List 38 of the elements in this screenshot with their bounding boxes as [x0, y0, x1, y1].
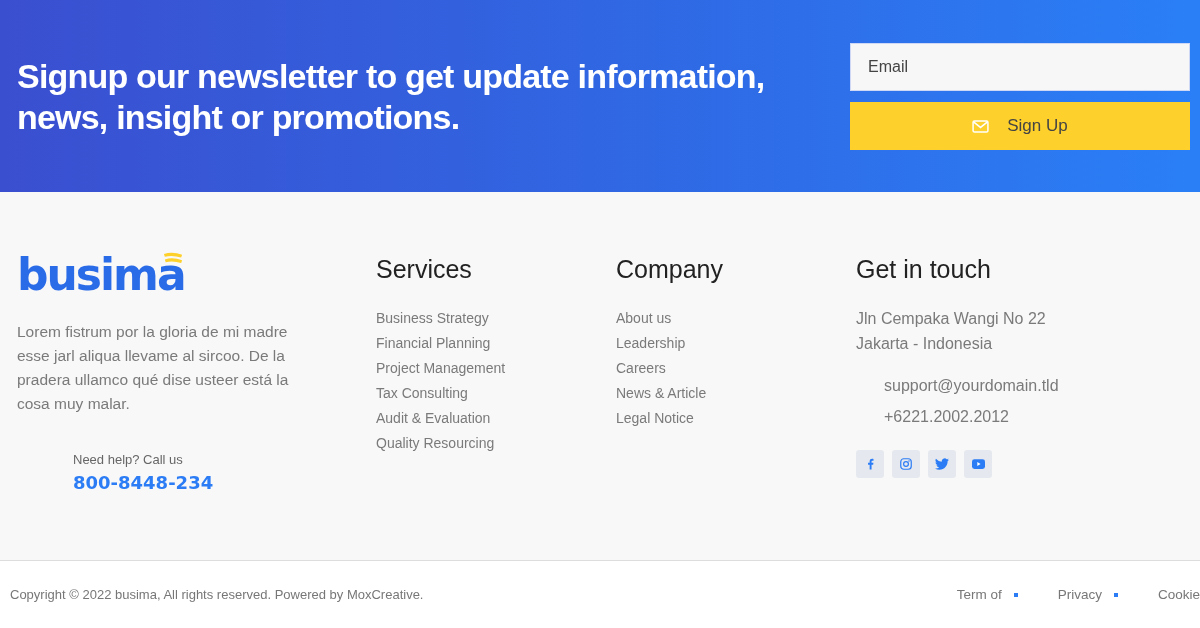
email-field[interactable]: Email	[850, 43, 1190, 91]
footer-link[interactable]: Cookie	[1157, 587, 1200, 602]
footer-link[interactable]: Legal Notice	[616, 406, 694, 431]
address-line: Jln Cempaka Wangi No 22	[856, 309, 1046, 329]
address-line: Jakarta - Indonesia	[856, 334, 993, 354]
footer-link[interactable]: About us	[616, 306, 672, 331]
column-title: Services	[376, 254, 472, 284]
footer-link[interactable]: News & Article	[616, 381, 707, 406]
brand-description: Lorem fistrum por la gloria de mi madre esse jarl aliqua llevame al sircoo. De la pradera ullamco qué dise usteer está la cosa muy malar.	[17, 322, 290, 414]
social-button[interactable]	[964, 450, 992, 478]
footer-link[interactable]: Audit & Evaluation	[376, 406, 491, 431]
footer-link[interactable]: Tax Consulting	[376, 381, 468, 406]
footer-link[interactable]: Financial Planning	[376, 331, 491, 356]
facebook-icon	[866, 458, 874, 470]
column-title: Company	[616, 254, 723, 284]
footer-link[interactable]: Term of	[956, 587, 1002, 602]
footer-link[interactable]: Project Management	[376, 356, 506, 381]
instagram-icon	[900, 458, 912, 470]
phone-link[interactable]: +6221.2002.2012	[856, 401, 1009, 432]
help-phone-link[interactable]: 800-8448-234	[73, 472, 214, 493]
social-button[interactable]	[892, 450, 920, 478]
logo[interactable]: busima	[17, 252, 185, 298]
email-link[interactable]: support@yourdomain.tld	[856, 370, 1059, 401]
copyright-text: Copyright © 2022 busima, All rights reserved. Powered by MoxCreative.	[10, 587, 424, 602]
social-button[interactable]	[856, 450, 884, 478]
help-label: Need help? Call us	[73, 452, 184, 467]
twitter-icon	[935, 458, 949, 470]
footer-link[interactable]: Privacy	[1057, 587, 1102, 602]
footer-link[interactable]: Leadership	[616, 331, 686, 356]
column-title: Get in touch	[856, 254, 991, 284]
signup-button[interactable]: Sign Up	[850, 102, 1190, 150]
youtube-icon	[971, 459, 985, 469]
newsletter-heading: Signup our newsletter to get update information, news, insight or promotions.	[17, 56, 766, 138]
footer-link[interactable]: Business Strategy	[376, 306, 489, 331]
social-button[interactable]	[928, 450, 956, 478]
envelope-icon	[972, 119, 990, 133]
footer-link[interactable]: Careers	[616, 356, 666, 381]
footer-link[interactable]: Quality Resourcing	[376, 431, 495, 456]
